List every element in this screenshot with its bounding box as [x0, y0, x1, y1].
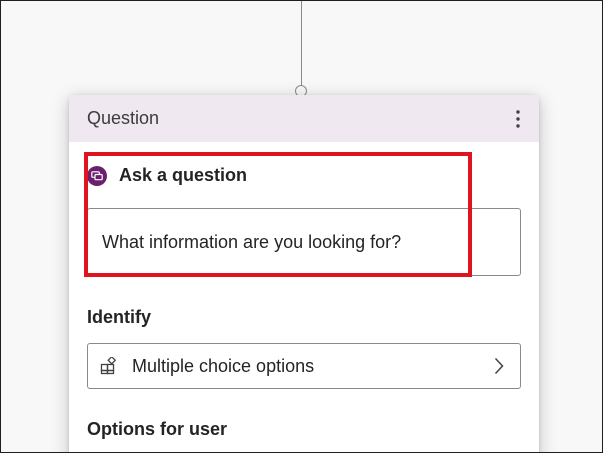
identify-label: Identify	[87, 307, 152, 327]
ask-question-heading: Ask a question	[87, 165, 247, 186]
chevron-right-icon	[494, 356, 508, 376]
identify-type-selector[interactable]: Multiple choice options	[87, 343, 521, 389]
node-header: Question	[69, 95, 539, 142]
authoring-canvas: Question Ask a question What information…	[0, 0, 603, 453]
ask-question-label: Ask a question	[119, 165, 248, 185]
chat-bubble-icon	[87, 165, 107, 186]
more-vertical-icon[interactable]	[511, 109, 525, 129]
node-title: Question	[87, 108, 160, 128]
flow-connector-line	[301, 1, 302, 89]
question-node-card[interactable]: Question Ask a question What information…	[69, 95, 539, 452]
options-for-user-label: Options for user	[87, 419, 228, 439]
question-text-input[interactable]: What information are you looking for?	[87, 208, 521, 276]
identify-type-value: Multiple choice options	[132, 355, 315, 376]
choice-grid-icon	[100, 357, 118, 375]
